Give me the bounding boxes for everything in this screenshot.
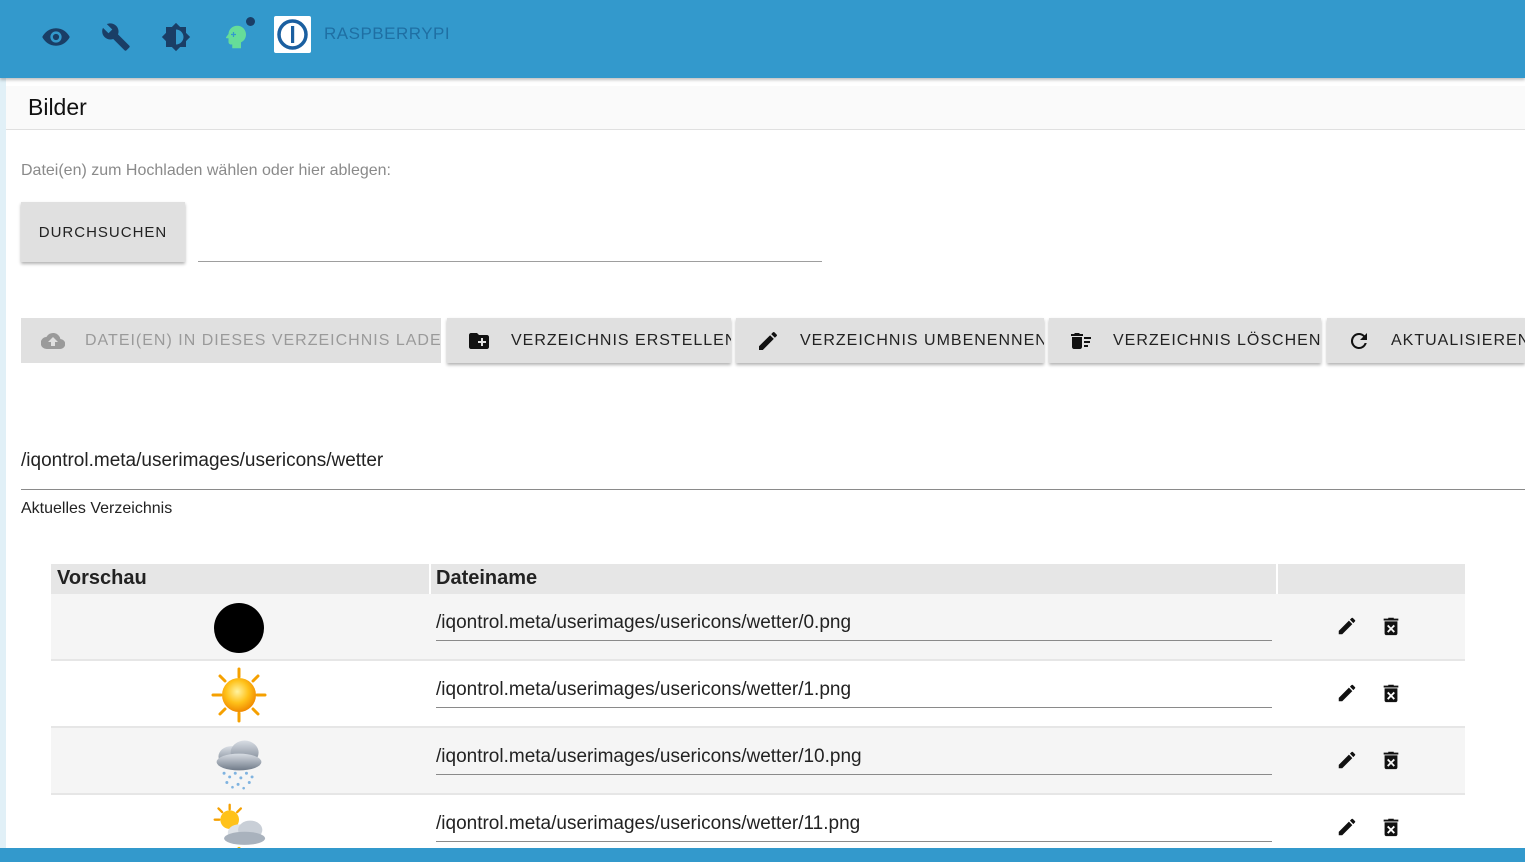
header-divider bbox=[1276, 564, 1278, 594]
wrench-icon[interactable] bbox=[100, 21, 132, 53]
delete-file-button[interactable] bbox=[1379, 614, 1403, 638]
table-header: Vorschau Dateiname bbox=[51, 564, 1465, 594]
host-label: RASPBERRYPI bbox=[324, 24, 451, 43]
brightness-icon[interactable] bbox=[160, 21, 192, 53]
status-dot bbox=[246, 17, 255, 26]
left-rail bbox=[0, 78, 6, 862]
upload-to-directory-label: DATEI(EN) IN DIESES VERZEICHNIS LADEN bbox=[85, 331, 441, 349]
pencil-icon bbox=[756, 329, 780, 353]
trash-icon bbox=[1383, 617, 1399, 636]
header-divider bbox=[429, 564, 431, 594]
pencil-icon bbox=[1338, 751, 1356, 769]
cloud-upload-icon bbox=[41, 329, 65, 353]
rename-directory-label: VERZEICHNIS UMBENENNEN bbox=[800, 331, 1044, 349]
sun-preview bbox=[211, 667, 267, 723]
create-directory-button[interactable]: VERZEICHNIS ERSTELLEN bbox=[447, 318, 731, 363]
page-title: Bilder bbox=[28, 94, 87, 120]
refresh-label: AKTUALISIEREN bbox=[1391, 331, 1525, 349]
refresh-icon bbox=[1347, 329, 1371, 353]
head-icon[interactable] bbox=[220, 21, 252, 53]
create-directory-label: VERZEICHNIS ERSTELLEN bbox=[511, 331, 731, 349]
file-name[interactable]: /iqontrol.meta/userimages/usericons/wett… bbox=[436, 746, 862, 768]
rename-file-button[interactable] bbox=[1335, 681, 1359, 705]
eye-icon[interactable] bbox=[40, 21, 72, 53]
refresh-button[interactable]: AKTUALISIEREN bbox=[1327, 318, 1525, 363]
current-directory-label: Aktuelles Verzeichnis bbox=[21, 500, 173, 517]
table-row: /iqontrol.meta/userimages/usericons/wett… bbox=[51, 661, 1465, 728]
delete-directory-label: VERZEICHNIS LÖSCHEN bbox=[1113, 331, 1321, 349]
delete-file-button[interactable] bbox=[1379, 815, 1403, 839]
file-name-underline bbox=[436, 774, 1272, 775]
file-name-field[interactable] bbox=[198, 261, 822, 262]
delete-sweep-icon bbox=[1069, 329, 1093, 353]
browse-button[interactable]: DURCHSUCHEN bbox=[21, 202, 185, 262]
pencil-icon bbox=[1338, 617, 1356, 635]
rain-cloud-preview bbox=[211, 734, 267, 790]
folder-plus-icon bbox=[467, 329, 491, 353]
delete-directory-button[interactable]: VERZEICHNIS LÖSCHEN bbox=[1049, 318, 1321, 363]
rename-file-button[interactable] bbox=[1335, 748, 1359, 772]
current-directory-input[interactable]: /iqontrol.meta/userimages/usericons/wett… bbox=[21, 450, 383, 472]
top-bar: RASPBERRYPI bbox=[0, 0, 1525, 78]
file-name-underline bbox=[436, 841, 1272, 842]
table-row: /iqontrol.meta/userimages/usericons/wett… bbox=[51, 594, 1465, 661]
file-table: Vorschau Dateiname /iqontrol.meta/userim… bbox=[51, 564, 1465, 862]
file-name[interactable]: /iqontrol.meta/userimages/usericons/wett… bbox=[436, 813, 860, 835]
title-bar: Bilder bbox=[6, 86, 1525, 130]
black-circle-preview bbox=[211, 600, 267, 656]
pencil-icon bbox=[1338, 684, 1356, 702]
rename-file-button[interactable] bbox=[1335, 614, 1359, 638]
file-name[interactable]: /iqontrol.meta/userimages/usericons/wett… bbox=[436, 612, 851, 634]
trash-icon bbox=[1383, 751, 1399, 770]
current-directory-underline bbox=[21, 489, 1525, 490]
pencil-icon bbox=[1338, 818, 1356, 836]
file-name-underline bbox=[436, 707, 1272, 708]
file-name[interactable]: /iqontrol.meta/userimages/usericons/wett… bbox=[436, 679, 851, 701]
delete-file-button[interactable] bbox=[1379, 681, 1403, 705]
header-filename: Dateiname bbox=[436, 567, 538, 589]
delete-file-button[interactable] bbox=[1379, 748, 1403, 772]
bottom-bar bbox=[0, 848, 1525, 862]
upload-to-directory-button[interactable]: DATEI(EN) IN DIESES VERZEICHNIS LADEN bbox=[21, 318, 441, 363]
iobroker-logo[interactable] bbox=[274, 16, 311, 53]
header-preview: Vorschau bbox=[57, 567, 147, 589]
file-name-underline bbox=[436, 640, 1272, 641]
upload-hint: Datei(en) zum Hochladen wählen oder hier… bbox=[21, 162, 391, 179]
trash-icon bbox=[1383, 684, 1399, 703]
rename-directory-button[interactable]: VERZEICHNIS UMBENENNEN bbox=[736, 318, 1044, 363]
table-row: /iqontrol.meta/userimages/usericons/wett… bbox=[51, 728, 1465, 795]
trash-icon bbox=[1383, 818, 1399, 837]
rename-file-button[interactable] bbox=[1335, 815, 1359, 839]
